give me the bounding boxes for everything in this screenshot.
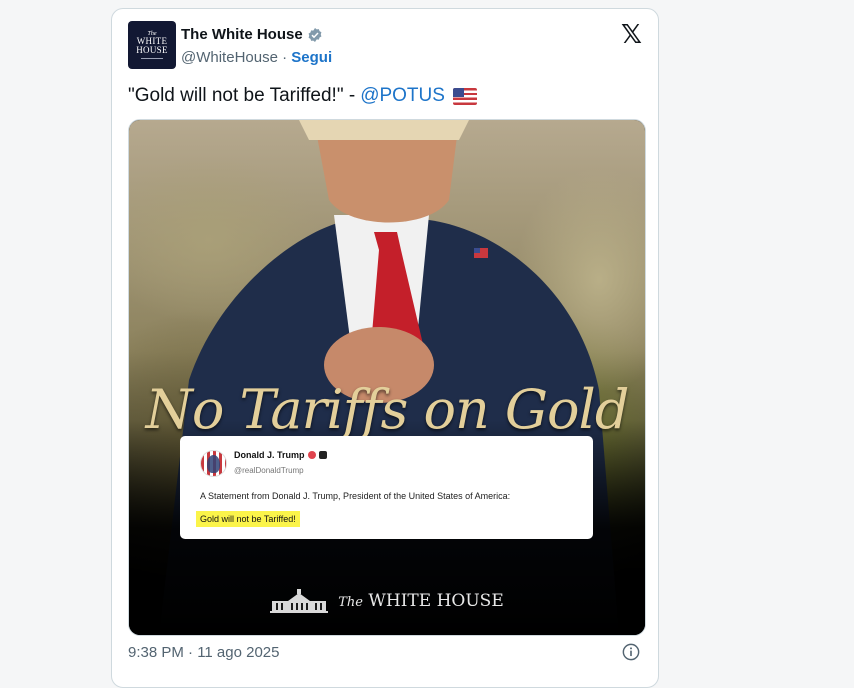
white-house-wordmark: The WHITE HOUSE xyxy=(338,591,504,611)
white-house-building-icon xyxy=(270,589,329,613)
white-house-logo: The WHITE HOUSE xyxy=(129,589,645,613)
tweet-media-image[interactable]: No Tariffs on Gold Donald J. Trump @real… xyxy=(128,119,646,636)
media-headline: No Tariffs on Gold xyxy=(145,378,630,441)
follow-square-icon xyxy=(318,451,327,459)
author-name-row: The White House xyxy=(181,26,323,43)
embedded-post-card: Donald J. Trump @realDonaldTrump A State… xyxy=(180,436,593,539)
verified-dot-icon xyxy=(307,451,316,459)
verified-badge-icon xyxy=(308,27,322,42)
author-handle[interactable]: @WhiteHouse xyxy=(181,49,278,66)
embedded-author-handle: @realDonaldTrump xyxy=(234,466,304,475)
embedded-author-name: Donald J. Trump xyxy=(234,450,305,460)
tweet-quote: "Gold will not be Tariffed!" - xyxy=(128,85,356,106)
separator-dot: · xyxy=(282,49,288,66)
follow-link[interactable]: Segui xyxy=(291,49,332,66)
mention-link[interactable]: @POTUS xyxy=(360,85,445,107)
x-logo-icon[interactable]: 𝕏 xyxy=(621,22,642,48)
us-flag-emoji xyxy=(452,87,477,105)
tweet-text: "Gold will not be Tariffed!" - @POTUS xyxy=(128,85,477,107)
info-icon[interactable] xyxy=(622,643,640,661)
tweet-timestamp[interactable]: 9:38 PM · 11 ago 2025 xyxy=(128,644,280,661)
author-name[interactable]: The White House xyxy=(181,26,303,43)
author-handle-row: @WhiteHouse · Segui xyxy=(181,49,332,66)
embedded-highlight: Gold will not be Tariffed! xyxy=(196,511,300,527)
embedded-statement: A Statement from Donald J. Trump, Presid… xyxy=(200,491,511,501)
embedded-author-row: Donald J. Trump xyxy=(234,450,327,460)
white-house-avatar[interactable]: The WHITE HOUSE xyxy=(128,21,176,69)
tweet-embed-card[interactable]: The WHITE HOUSE The White House @WhiteHo… xyxy=(111,8,659,688)
embedded-author-avatar xyxy=(200,450,227,477)
